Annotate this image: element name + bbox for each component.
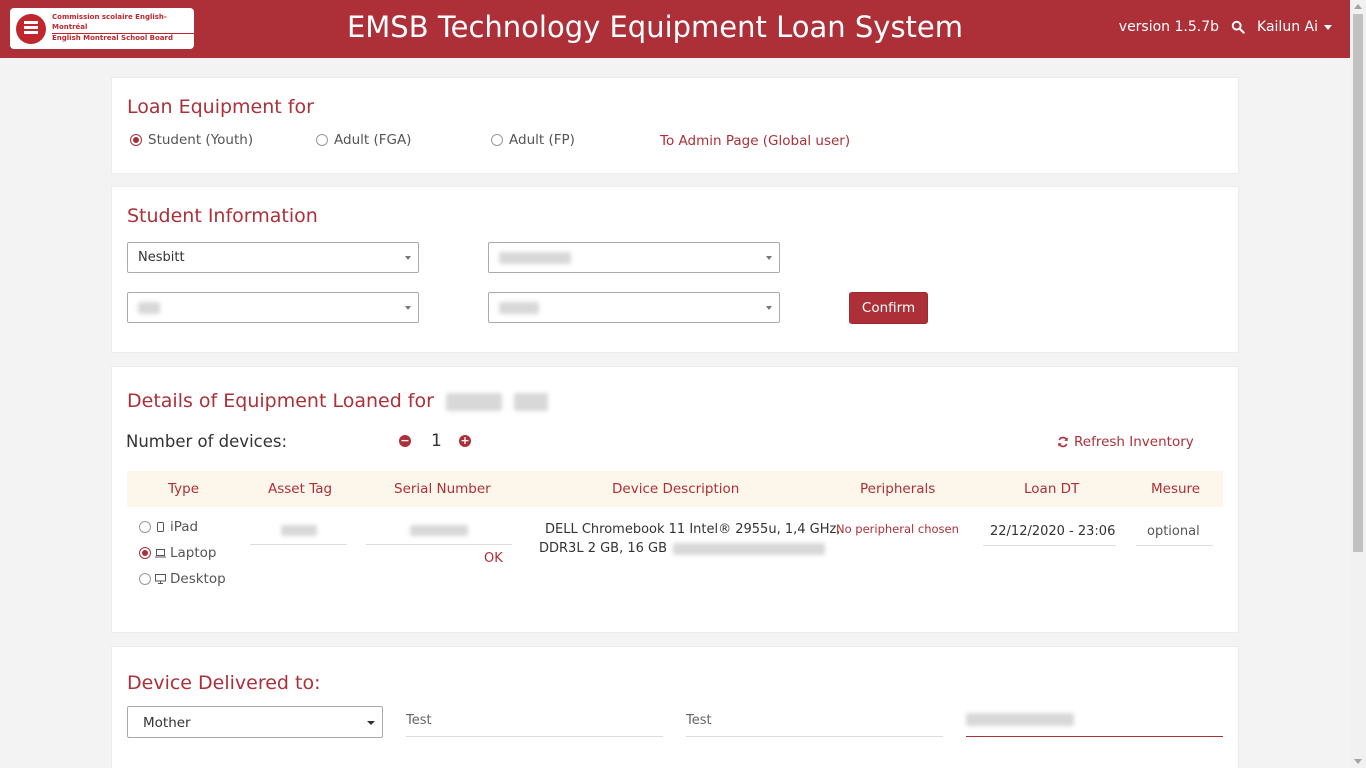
redacted-value bbox=[673, 542, 826, 555]
redacted-value bbox=[138, 302, 160, 314]
radio-button[interactable] bbox=[139, 521, 151, 533]
device-description-line1: DELL Chromebook 11 Intel® 2955u, 1,4 GHz… bbox=[545, 522, 841, 537]
redacted-value bbox=[410, 525, 468, 536]
chevron-down-icon bbox=[766, 256, 772, 260]
chevron-down-icon bbox=[1324, 24, 1332, 30]
redacted-value bbox=[499, 302, 539, 314]
desktop-icon bbox=[155, 574, 166, 584]
redacted-value bbox=[281, 525, 317, 536]
radio-adult-fga[interactable]: Adult (FGA) bbox=[316, 132, 411, 148]
delivered-heading: Device Delivered to: bbox=[127, 672, 321, 694]
serial-number-input[interactable] bbox=[366, 523, 512, 545]
chevron-down-icon bbox=[766, 306, 772, 310]
num-devices-label: Number of devices: bbox=[126, 432, 288, 451]
user-name: Kailun Ai bbox=[1257, 19, 1318, 35]
chevron-down-icon bbox=[405, 306, 411, 310]
increment-icon[interactable]: + bbox=[459, 435, 471, 447]
mesure-input[interactable]: optional bbox=[1136, 522, 1213, 546]
radio-button[interactable] bbox=[130, 134, 142, 146]
relation-select[interactable]: Mother bbox=[127, 706, 383, 738]
redacted-name bbox=[514, 392, 549, 411]
refresh-icon bbox=[1058, 436, 1068, 448]
chevron-down-icon bbox=[405, 256, 411, 260]
col-device-description: Device Description bbox=[612, 481, 740, 497]
radio-label: Student (Youth) bbox=[148, 132, 254, 148]
chevron-down-icon bbox=[367, 721, 375, 725]
app-title: EMSB Technology Equipment Loan System bbox=[346, 10, 964, 44]
col-peripherals: Peripherals bbox=[860, 481, 936, 497]
student-select[interactable] bbox=[488, 242, 780, 273]
type-option-laptop[interactable]: Laptop bbox=[139, 545, 217, 561]
equipment-heading: Details of Equipment Loaned for bbox=[127, 390, 549, 412]
admin-page-link[interactable]: To Admin Page (Global user) bbox=[660, 133, 850, 149]
type-option-desktop[interactable]: Desktop bbox=[139, 571, 226, 587]
asset-tag-input[interactable] bbox=[250, 523, 347, 545]
scroll-up-arrow-icon[interactable] bbox=[1354, 4, 1362, 9]
radio-button[interactable] bbox=[316, 134, 328, 146]
col-asset-tag: Asset Tag bbox=[268, 481, 333, 497]
radio-adult-fp[interactable]: Adult (FP) bbox=[491, 132, 575, 148]
laptop-icon bbox=[155, 549, 166, 558]
col-mesure: Mesure bbox=[1151, 481, 1201, 497]
col-serial-number: Serial Number bbox=[394, 481, 491, 497]
loan-dt-input[interactable]: 22/12/2020 - 23:06 bbox=[983, 522, 1116, 546]
device-count: 1 bbox=[431, 431, 442, 451]
user-menu[interactable]: Kailun Ai bbox=[1257, 19, 1332, 35]
radio-button[interactable] bbox=[139, 547, 151, 559]
version-text: version 1.5.7b bbox=[1118, 19, 1220, 35]
radio-button[interactable] bbox=[139, 573, 151, 585]
student-info-heading: Student Information bbox=[127, 205, 318, 227]
radio-student-youth[interactable]: Student (Youth) bbox=[130, 132, 253, 148]
confirm-button[interactable]: Confirm bbox=[849, 292, 928, 324]
redacted-value bbox=[966, 713, 1074, 726]
decrement-icon[interactable]: − bbox=[399, 435, 411, 447]
scroll-down-arrow-icon[interactable] bbox=[1354, 759, 1362, 764]
school-select[interactable]: Nesbitt bbox=[127, 242, 419, 273]
page-scrollbar[interactable] bbox=[1350, 0, 1366, 768]
scrollbar-thumb[interactable] bbox=[1353, 14, 1363, 552]
radio-label: Adult (FGA) bbox=[334, 132, 412, 148]
first-name-input[interactable]: Test bbox=[406, 713, 663, 737]
col-loan-dt: Loan DT bbox=[1024, 481, 1080, 497]
radio-label: Adult (FP) bbox=[509, 132, 575, 148]
search-icon[interactable] bbox=[1231, 20, 1245, 34]
tablet-icon bbox=[157, 522, 164, 532]
redacted-value bbox=[499, 252, 571, 264]
loan-for-card: Loan Equipment for bbox=[111, 77, 1239, 174]
device-description-line2: DDR3L 2 GB, 16 GB bbox=[539, 541, 826, 556]
contact-input[interactable] bbox=[966, 713, 1223, 737]
serial-status: OK bbox=[484, 551, 503, 566]
top-bar: Commission scolaire English-Montréal Eng… bbox=[0, 0, 1350, 58]
peripherals-value[interactable]: No peripheral chosen bbox=[836, 522, 959, 536]
refresh-inventory-button[interactable]: Refresh Inventory bbox=[1057, 434, 1194, 450]
grade-select[interactable] bbox=[127, 292, 419, 323]
redacted-name bbox=[445, 392, 502, 411]
type-option-ipad[interactable]: iPad bbox=[139, 519, 198, 535]
loan-for-heading: Loan Equipment for bbox=[127, 96, 314, 118]
col-type: Type bbox=[168, 481, 200, 497]
group-select[interactable] bbox=[488, 292, 780, 323]
radio-button[interactable] bbox=[491, 134, 503, 146]
last-name-input[interactable]: Test bbox=[686, 713, 943, 737]
